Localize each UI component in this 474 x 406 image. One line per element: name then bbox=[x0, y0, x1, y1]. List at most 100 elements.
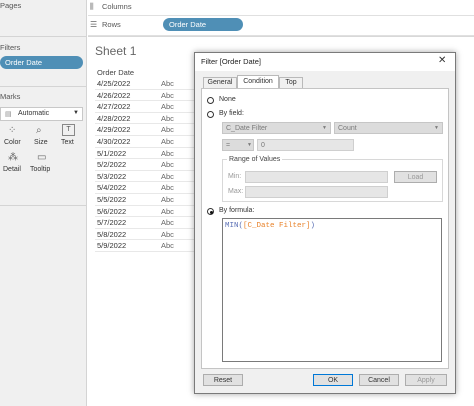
table-row: 5/7/2022 Abc bbox=[95, 217, 195, 229]
table-row: 5/3/2022 Abc bbox=[95, 171, 195, 183]
value-input[interactable]: 0 bbox=[257, 139, 354, 151]
order-date-cell: 4/26/2022 bbox=[97, 90, 131, 100]
max-input[interactable] bbox=[245, 186, 388, 198]
table-row: 4/26/2022 Abc bbox=[95, 90, 195, 102]
value-cell: Abc bbox=[161, 194, 174, 204]
pages-title: Pages bbox=[0, 1, 22, 10]
tab-condition[interactable]: Condition bbox=[237, 75, 279, 89]
tooltip-button[interactable]: ▭ Tooltip bbox=[28, 150, 58, 176]
table-row: 4/29/2022 Abc bbox=[95, 124, 195, 136]
close-icon[interactable]: ✕ bbox=[438, 55, 446, 66]
rows-shelf[interactable]: ☰ Rows Order Date bbox=[88, 16, 474, 36]
formula-field: [C_Date Filter] bbox=[243, 222, 311, 230]
load-button-label: Load bbox=[407, 174, 424, 181]
order-date-cell: 4/25/2022 bbox=[97, 79, 131, 88]
order-date-cell: 4/27/2022 bbox=[97, 102, 131, 112]
value-input-text: 0 bbox=[261, 142, 265, 149]
tooltip-icon: ▭ bbox=[37, 152, 47, 163]
rows-icon: ☰ bbox=[90, 20, 98, 29]
formula-editor[interactable]: MIN([C_Date Filter]) bbox=[222, 218, 442, 362]
text-icon: T bbox=[62, 124, 75, 136]
order-date-cell: 5/8/2022 bbox=[97, 229, 127, 239]
value-cell: Abc bbox=[161, 90, 174, 100]
filter-pill-label: Order Date bbox=[5, 58, 43, 67]
table-row: 5/2/2022 Abc bbox=[95, 159, 195, 171]
color-label: Color bbox=[4, 139, 21, 146]
table-row: 4/25/2022 Abc bbox=[95, 78, 195, 90]
load-button[interactable]: Load bbox=[394, 171, 437, 183]
table-row: 5/1/2022 Abc bbox=[95, 148, 195, 160]
order-date-cell: 4/29/2022 bbox=[97, 125, 131, 135]
sheet-table: 4/25/2022 Abc 4/26/2022 Abc 4/27/2022 Abc 4/28… bbox=[95, 78, 195, 252]
divider bbox=[0, 86, 86, 87]
order-date-cell: 5/5/2022 bbox=[97, 194, 127, 204]
order-date-cell: 5/9/2022 bbox=[97, 241, 127, 251]
min-input[interactable] bbox=[245, 171, 388, 183]
divider bbox=[0, 205, 86, 206]
detail-icon: ⁂ bbox=[8, 152, 18, 163]
condition-panel: None By field: C_Date Filter ▼ Count ▼ =… bbox=[201, 88, 449, 369]
formula-text: MIN([C_Date Filter]) bbox=[225, 222, 315, 230]
mark-type-icon: ▤ bbox=[5, 111, 12, 118]
value-cell: Abc bbox=[161, 148, 174, 158]
size-button[interactable]: ⌕ Size bbox=[28, 123, 54, 149]
formula-function: MIN( bbox=[225, 222, 244, 230]
color-button[interactable]: ⁘ Color bbox=[0, 123, 26, 149]
value-cell: Abc bbox=[161, 136, 174, 146]
detail-button[interactable]: ⁂ Detail bbox=[0, 150, 26, 176]
text-button[interactable]: T Text bbox=[57, 123, 81, 149]
left-panel: Pages Filters Order Date Marks ▤ Automat… bbox=[0, 0, 87, 406]
operator-dropdown[interactable]: = ▼ bbox=[222, 139, 254, 151]
radio-none[interactable] bbox=[207, 97, 214, 104]
chevron-down-icon: ▼ bbox=[73, 110, 79, 116]
table-row: 5/5/2022 Abc bbox=[95, 194, 195, 206]
table-row: 5/8/2022 Abc bbox=[95, 229, 195, 241]
columns-label: Columns bbox=[102, 2, 132, 11]
rows-pill-label: Order Date bbox=[169, 20, 207, 29]
radio-by-field[interactable] bbox=[207, 111, 214, 118]
apply-button[interactable]: Apply bbox=[405, 374, 447, 386]
range-title: Range of Values bbox=[227, 156, 283, 163]
value-cell: Abc bbox=[161, 102, 174, 112]
dialog-title: Filter [Order Date] bbox=[201, 57, 262, 66]
size-icon: ⌕ bbox=[36, 125, 42, 136]
order-date-cell: 5/7/2022 bbox=[97, 218, 127, 228]
value-cell: Abc bbox=[161, 79, 174, 88]
value-cell: Abc bbox=[161, 218, 174, 228]
order-date-cell: 5/3/2022 bbox=[97, 171, 127, 181]
mark-type-dropdown[interactable]: ▤ Automatic ▼ bbox=[0, 107, 83, 121]
order-date-cell: 5/1/2022 bbox=[97, 148, 127, 158]
size-label: Size bbox=[34, 139, 48, 146]
order-date-cell: 5/6/2022 bbox=[97, 206, 127, 216]
operator-dropdown-value: = bbox=[226, 142, 231, 149]
field-dropdown[interactable]: C_Date Filter ▼ bbox=[222, 122, 331, 134]
column-header-order-date: Order Date bbox=[97, 68, 135, 77]
filter-dialog: Filter [Order Date] ✕ General Condition … bbox=[194, 52, 456, 394]
reset-button-label: Reset bbox=[213, 377, 233, 384]
sheet-title: Sheet 1 bbox=[95, 44, 137, 58]
formula-close: ) bbox=[310, 222, 316, 230]
table-row: 4/30/2022 Abc bbox=[95, 136, 195, 148]
columns-shelf[interactable]: ⫼ Columns bbox=[88, 0, 474, 16]
apply-button-label: Apply bbox=[417, 377, 435, 384]
aggregation-dropdown[interactable]: Count ▼ bbox=[334, 122, 443, 134]
ok-button[interactable]: OK bbox=[313, 374, 353, 386]
order-date-cell: 4/28/2022 bbox=[97, 113, 131, 123]
range-group: Range of Values Min: Load Max: bbox=[222, 156, 443, 202]
cancel-button[interactable]: Cancel bbox=[359, 374, 399, 386]
cancel-button-label: Cancel bbox=[368, 377, 390, 384]
table-row: 4/28/2022 Abc bbox=[95, 113, 195, 125]
color-icon: ⁘ bbox=[8, 125, 17, 136]
rows-pill-order-date[interactable]: Order Date bbox=[163, 18, 243, 31]
order-date-cell: 4/30/2022 bbox=[97, 136, 131, 146]
rows-label: Rows bbox=[102, 20, 121, 29]
field-dropdown-value: C_Date Filter bbox=[226, 125, 268, 132]
value-cell: Abc bbox=[161, 113, 174, 123]
radio-by-formula[interactable] bbox=[207, 208, 214, 215]
reset-button[interactable]: Reset bbox=[203, 374, 243, 386]
ok-button-label: OK bbox=[327, 377, 339, 384]
filter-pill-order-date[interactable]: Order Date bbox=[0, 56, 83, 69]
radio-by-field-label: By field: bbox=[219, 110, 244, 117]
order-date-cell: 5/4/2022 bbox=[97, 183, 127, 193]
table-row: 5/4/2022 Abc bbox=[95, 182, 195, 194]
